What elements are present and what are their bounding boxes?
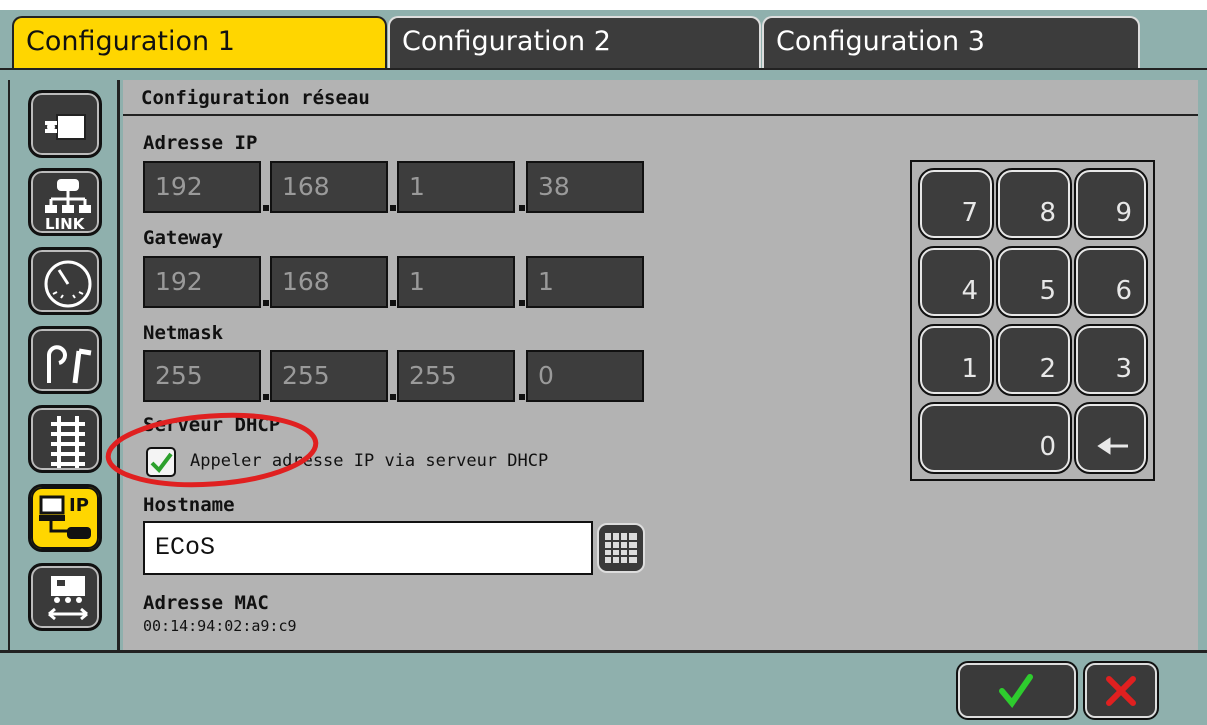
ip-label: IP (69, 495, 89, 516)
gateway-octet-2[interactable]: 168 (270, 256, 388, 308)
octet-separator (263, 205, 269, 211)
panel-title-bar: Configuration réseau (123, 80, 1198, 116)
octet-separator (519, 394, 525, 400)
gateway-octet-4[interactable]: 1 (526, 256, 644, 308)
checkmark-icon (999, 674, 1033, 708)
ip-octet-4[interactable]: 38 (526, 161, 644, 213)
ip-address-label: Adresse IP (143, 132, 258, 154)
tab-underline (0, 68, 1207, 70)
cancel-button[interactable] (1083, 661, 1159, 720)
tab-configuration-3[interactable]: Configuration 3 (762, 16, 1140, 68)
confirm-button[interactable] (956, 661, 1078, 720)
sidebar-item-turnout[interactable] (28, 326, 102, 394)
hostname-label: Hostname (143, 494, 235, 516)
octet-separator (263, 300, 269, 306)
key-2[interactable]: 2 (996, 324, 1072, 396)
tab-configuration-2[interactable]: Configuration 2 (388, 16, 761, 68)
mac-label: Adresse MAC (143, 592, 269, 614)
red-annotation-circle (105, 412, 319, 488)
key-3[interactable]: 3 (1074, 324, 1148, 396)
ip-octet-2[interactable]: 168 (270, 161, 388, 213)
netmask-octet-3[interactable]: 255 (397, 350, 515, 402)
link-label: LINK (45, 215, 85, 233)
keyboard-icon (605, 533, 637, 563)
netmask-label: Netmask (143, 322, 224, 344)
octet-separator (390, 205, 396, 211)
sidebar-item-ip[interactable]: IP (28, 484, 102, 552)
key-7[interactable]: 7 (918, 168, 994, 240)
gateway-octet-3[interactable]: 1 (397, 256, 515, 308)
octet-separator (519, 205, 525, 211)
backspace-arrow-icon (1097, 437, 1128, 455)
key-8[interactable]: 8 (996, 168, 1072, 240)
key-9[interactable]: 9 (1074, 168, 1148, 240)
key-4[interactable]: 4 (918, 246, 994, 318)
sidebar-item-link[interactable]: LINK (28, 168, 102, 236)
track-icon (51, 416, 85, 468)
key-6[interactable]: 6 (1074, 246, 1148, 318)
octet-separator (519, 300, 525, 306)
ip-network-icon (39, 495, 91, 539)
key-1[interactable]: 1 (918, 324, 994, 396)
gateway-octet-1[interactable]: 192 (143, 256, 261, 308)
locomotive-transfer-icon (48, 576, 88, 621)
netmask-octet-1[interactable]: 255 (143, 350, 261, 402)
left-edge (0, 80, 10, 725)
mac-value: 00:14:94:02:a9:c9 (143, 617, 297, 635)
top-strip (0, 0, 1207, 10)
sidebar-item-track[interactable] (28, 405, 102, 473)
netmask-octet-4[interactable]: 0 (526, 350, 644, 402)
octet-separator (263, 394, 269, 400)
panel-title: Configuration réseau (141, 87, 370, 109)
backspace-key[interactable] (1074, 402, 1148, 474)
sidebar-item-clock[interactable] (28, 247, 102, 315)
keyboard-button[interactable] (597, 523, 645, 573)
octet-separator (390, 394, 396, 400)
ip-octet-3[interactable]: 1 (397, 161, 515, 213)
key-0[interactable]: 0 (918, 402, 1072, 474)
ip-octet-1[interactable]: 192 (143, 161, 261, 213)
gateway-label: Gateway (143, 227, 224, 249)
clock-gauge-icon (44, 260, 92, 308)
octet-separator (390, 300, 396, 306)
device-icon (45, 114, 86, 140)
hostname-input[interactable]: ECoS (143, 521, 593, 575)
netmask-octet-2[interactable]: 255 (270, 350, 388, 402)
sidebar-item-device[interactable] (28, 90, 102, 158)
sidebar-item-locomotive[interactable] (28, 563, 102, 631)
right-edge (1198, 80, 1207, 650)
key-5[interactable]: 5 (996, 246, 1072, 318)
close-icon (1106, 676, 1136, 706)
tab-configuration-1[interactable]: Configuration 1 (12, 16, 387, 68)
signal-turnout-icon (47, 345, 92, 384)
